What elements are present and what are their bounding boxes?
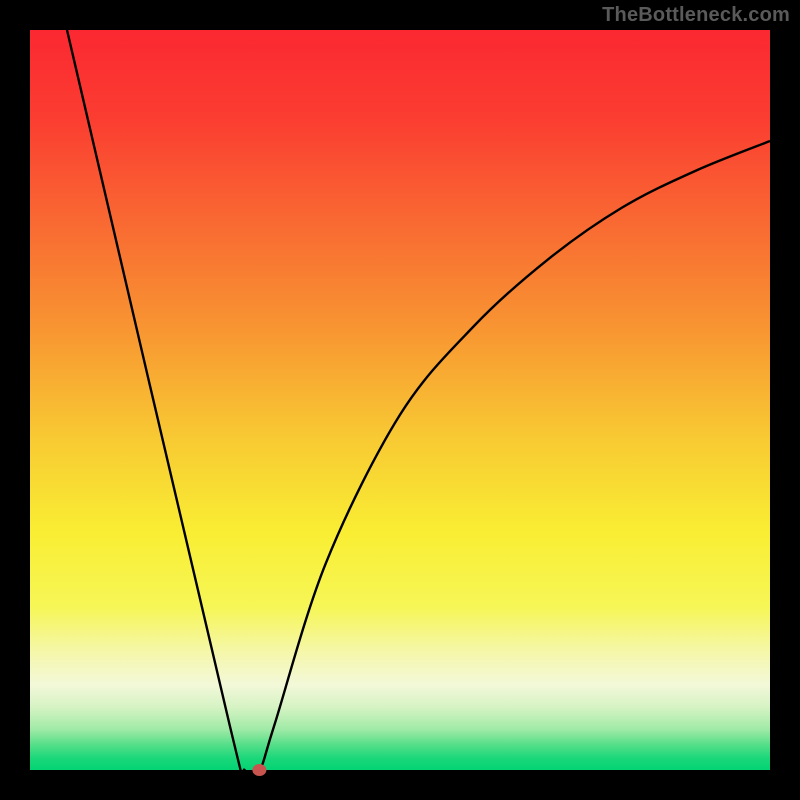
plot-background <box>30 30 770 770</box>
chart-frame: TheBottleneck.com <box>0 0 800 800</box>
bottleneck-chart <box>0 0 800 800</box>
watermark-label: TheBottleneck.com <box>602 4 790 27</box>
optimal-point-marker <box>252 764 266 776</box>
